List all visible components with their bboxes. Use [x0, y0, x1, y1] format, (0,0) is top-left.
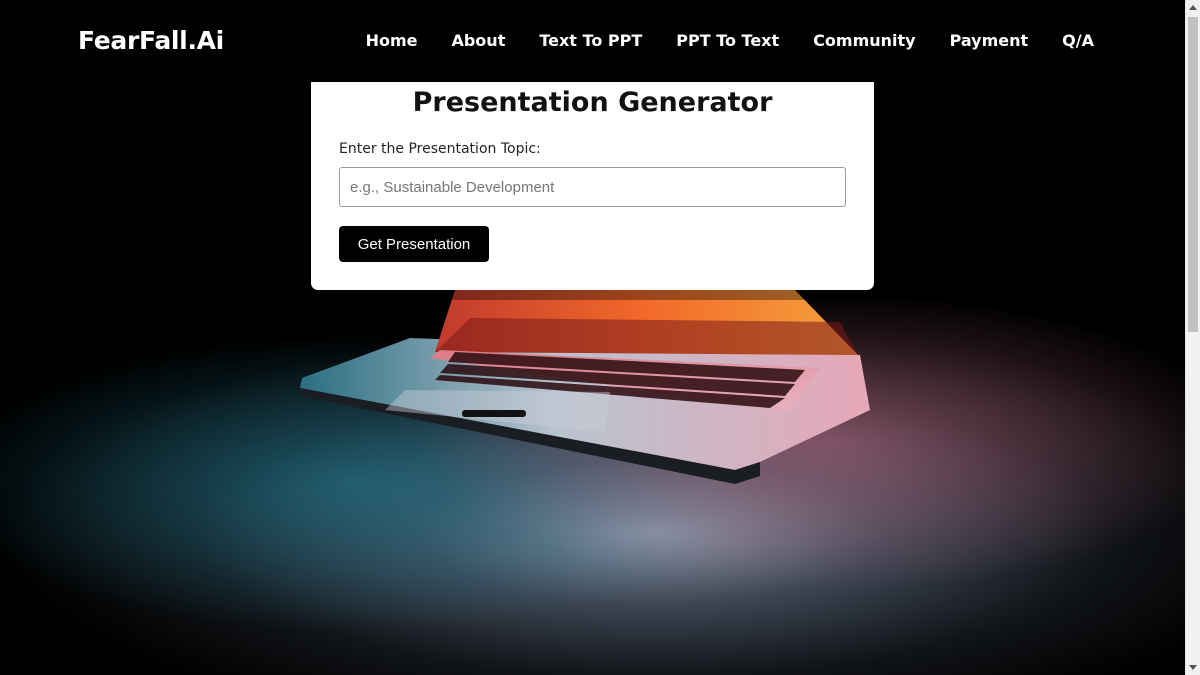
nav-ppt-to-text[interactable]: PPT To Text	[676, 31, 779, 51]
nav-community[interactable]: Community	[813, 31, 915, 51]
nav-qa[interactable]: Q/A	[1062, 31, 1094, 51]
nav-payment[interactable]: Payment	[950, 31, 1029, 51]
get-presentation-button[interactable]: Get Presentation	[339, 226, 489, 262]
topic-label: Enter the Presentation Topic:	[339, 141, 541, 157]
generator-title: Presentation Generator	[412, 87, 773, 118]
topic-input[interactable]	[339, 167, 846, 207]
nav-about[interactable]: About	[451, 31, 505, 51]
page: FearFall.Ai Home About Text To PPT PPT T…	[0, 0, 1185, 675]
navbar: FearFall.Ai Home About Text To PPT PPT T…	[0, 0, 1185, 82]
presentation-generator-card: Presentation Generator Enter the Present…	[311, 82, 874, 290]
scroll-thumb[interactable]	[1188, 17, 1198, 332]
vertical-scrollbar[interactable]	[1185, 0, 1200, 675]
nav-home[interactable]: Home	[366, 31, 418, 51]
scroll-down-arrow-icon[interactable]	[1189, 665, 1197, 670]
nav-text-to-ppt[interactable]: Text To PPT	[539, 31, 642, 51]
nav-menu: Home About Text To PPT PPT To Text Commu…	[332, 31, 1094, 51]
scroll-up-arrow-icon[interactable]	[1189, 5, 1197, 10]
brand-logo[interactable]: FearFall.Ai	[78, 26, 224, 56]
